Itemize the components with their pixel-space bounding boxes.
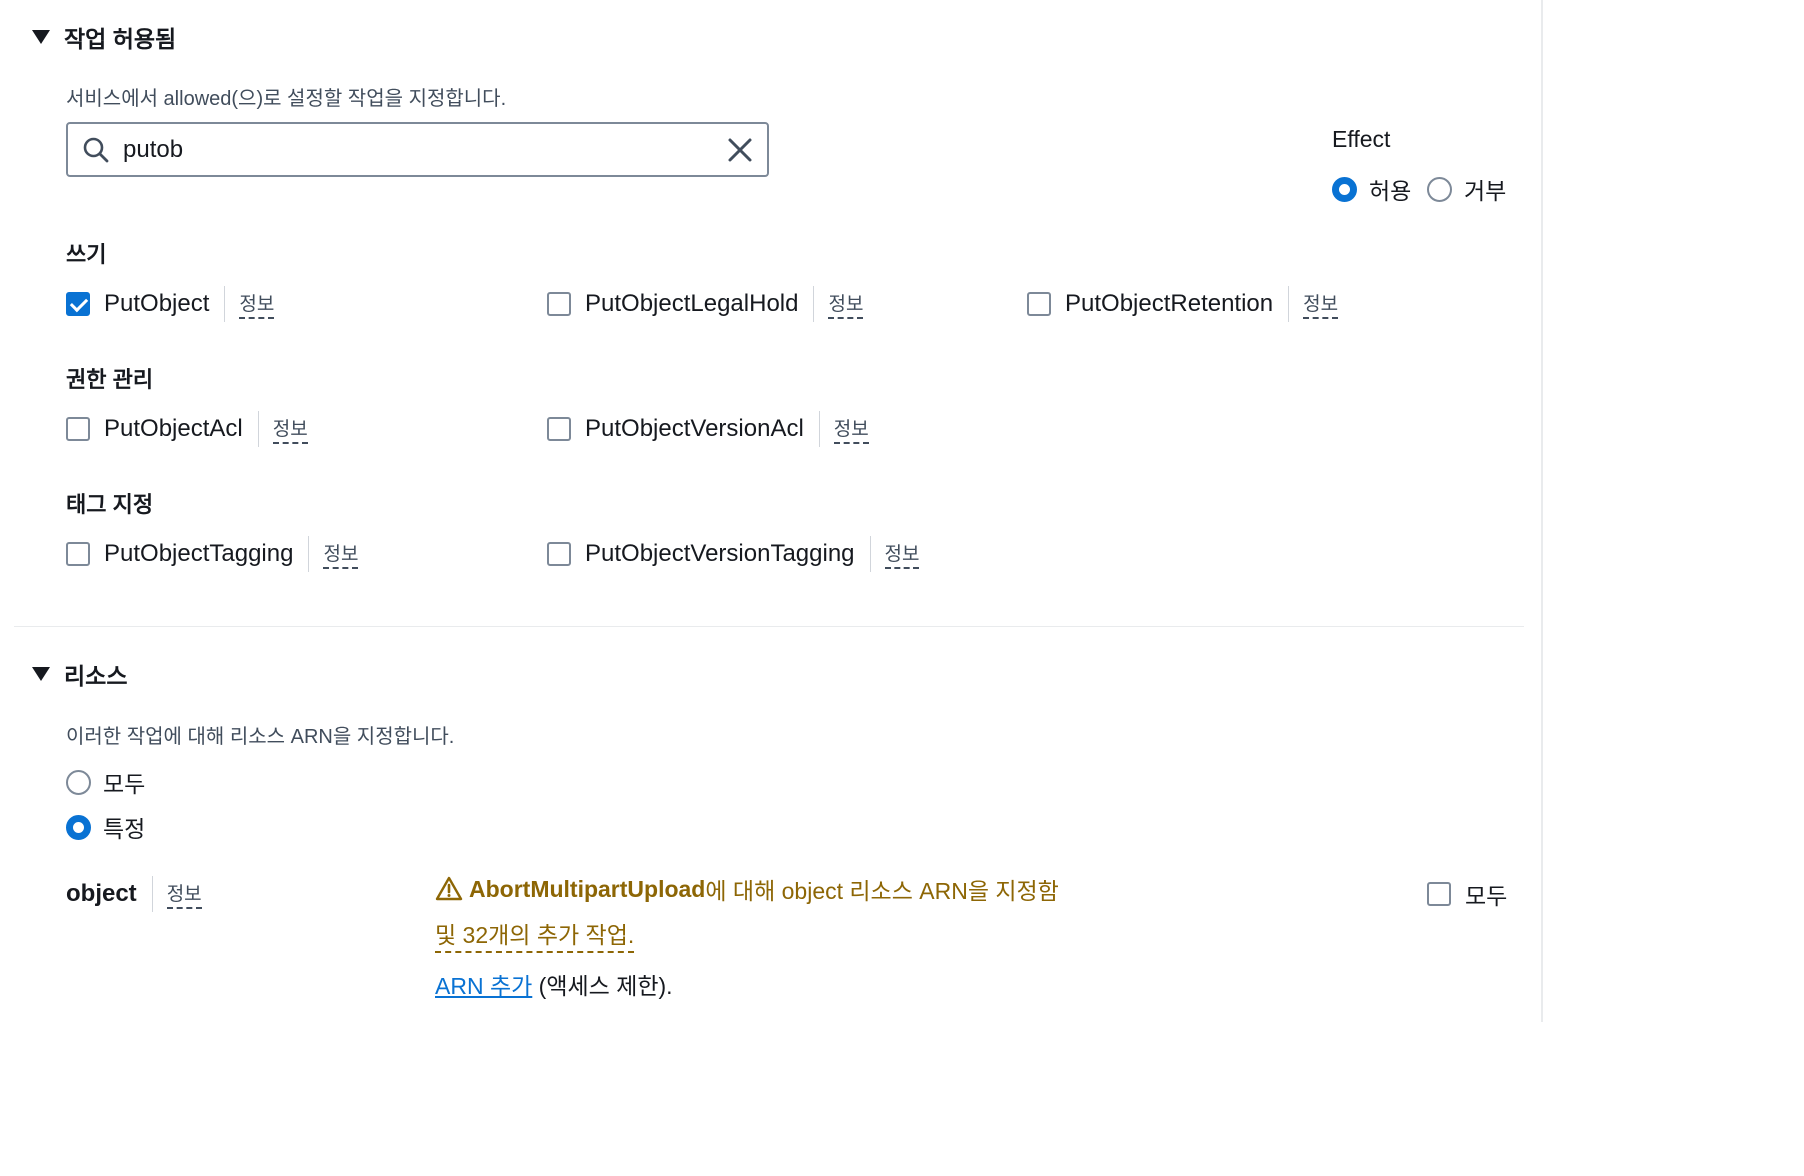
object-warning: AbortMultipartUpload 에 대해 object 리소스 ARN을… [435,872,1135,1001]
action-label[interactable]: PutObjectAcl [104,415,243,443]
info-divider [257,411,259,447]
action-putobjectretention[interactable]: PutObjectRetention 정보 [1027,286,1339,322]
warning-action-name: AbortMultipartUpload [469,875,706,902]
info-link[interactable]: 정보 [323,544,359,569]
info-divider [869,536,871,572]
object-all-label[interactable]: 모두 [1465,877,1507,911]
checkbox[interactable] [66,542,90,566]
object-all-checkbox-row[interactable]: 모두 [1427,877,1507,911]
info-link[interactable]: 정보 [1303,294,1339,319]
search-icon [83,137,109,163]
checkbox[interactable] [547,417,571,441]
actions-section-description: 서비스에서 allowed(으)로 설정할 작업을 지정합니다. [66,88,507,110]
info-link[interactable]: 정보 [833,419,869,444]
action-putobjectversiontagging[interactable]: PutObjectVersionTagging 정보 [547,536,920,572]
action-label[interactable]: PutObjectVersionAcl [585,415,804,443]
action-putobjecttagging[interactable]: PutObjectTagging 정보 [66,536,359,572]
info-link[interactable]: 정보 [884,544,920,569]
add-arn-link[interactable]: ARN 추가 [435,973,532,999]
caret-down-icon [32,667,50,681]
info-divider [818,411,820,447]
add-arn-row: ARN 추가 (액세스 제한). [435,967,1135,1001]
action-search-box [66,122,769,177]
panel-divider [1541,0,1543,1022]
resources-all-label: 모두 [103,771,146,797]
warning-icon [435,876,463,901]
group-title-permissions: 권한 관리 [66,367,154,392]
checkbox[interactable] [1427,882,1451,906]
caret-down-icon [32,30,50,44]
group-title-tagging: 태그 지정 [66,492,154,517]
resources-all-radio[interactable]: 모두 [66,765,145,799]
effect-deny-label: 거부 [1464,178,1507,204]
resources-specific-radio[interactable]: 특정 [66,810,145,844]
actions-section-title: 작업 허용됨 [64,26,177,52]
effect-allow-label: 허용 [1369,178,1412,204]
action-label[interactable]: PutObjectVersionTagging [585,540,855,568]
resources-specific-label: 특정 [103,816,146,842]
resources-section-description: 이러한 작업에 대해 리소스 ARN을 지정합니다. [66,726,455,748]
info-link[interactable]: 정보 [828,294,864,319]
effect-deny-radio[interactable]: 거부 [1427,172,1506,206]
action-label[interactable]: PutObject [104,290,209,318]
info-divider [308,536,310,572]
warning-more-actions-link[interactable]: 및 32개의 추가 작업. [435,916,635,953]
warning-text: 에 대해 object 리소스 ARN을 지정함 [705,878,1059,904]
warning-message: AbortMultipartUpload 에 대해 object 리소스 ARN을… [435,872,1135,906]
info-link[interactable]: 정보 [166,884,202,909]
action-putobjectlegalhold[interactable]: PutObjectLegalHold 정보 [547,286,864,322]
close-icon[interactable] [725,135,755,165]
radio-button[interactable] [66,814,91,840]
action-label[interactable]: PutObjectTagging [104,540,293,568]
add-arn-suffix: (액세스 제한). [532,973,673,999]
policy-editor-page: 작업 허용됨 서비스에서 allowed(으)로 설정할 작업을 지정합니다. … [0,0,1568,1022]
resources-section-title: 리소스 [64,663,128,689]
action-search-input[interactable] [123,132,703,168]
radio-button[interactable] [1332,176,1357,202]
info-divider [151,876,153,912]
effect-allow-radio[interactable]: 허용 [1332,172,1411,206]
info-link[interactable]: 정보 [272,419,308,444]
checkbox[interactable] [547,542,571,566]
action-label[interactable]: PutObjectLegalHold [585,290,798,318]
object-resource-label: object [66,880,137,907]
info-divider [1288,286,1290,322]
checkbox[interactable] [1027,292,1051,316]
action-putobject[interactable]: PutObject 정보 [66,286,275,322]
actions-section-toggle[interactable]: 작업 허용됨 [32,20,176,54]
info-divider [224,286,226,322]
action-label[interactable]: PutObjectRetention [1065,290,1273,318]
resources-section-toggle[interactable]: 리소스 [32,657,127,691]
info-divider [813,286,815,322]
action-putobjectversionacl[interactable]: PutObjectVersionAcl 정보 [547,411,869,447]
section-divider [14,626,1524,627]
info-link[interactable]: 정보 [239,294,275,319]
checkbox[interactable] [66,417,90,441]
effect-label: Effect [1332,126,1391,152]
radio-button[interactable] [66,769,91,795]
group-title-write: 쓰기 [66,242,107,267]
checkbox[interactable] [66,292,90,316]
radio-button[interactable] [1427,176,1452,202]
checkbox[interactable] [547,292,571,316]
object-resource-row: object 정보 [66,876,202,912]
action-putobjectacl[interactable]: PutObjectAcl 정보 [66,411,308,447]
